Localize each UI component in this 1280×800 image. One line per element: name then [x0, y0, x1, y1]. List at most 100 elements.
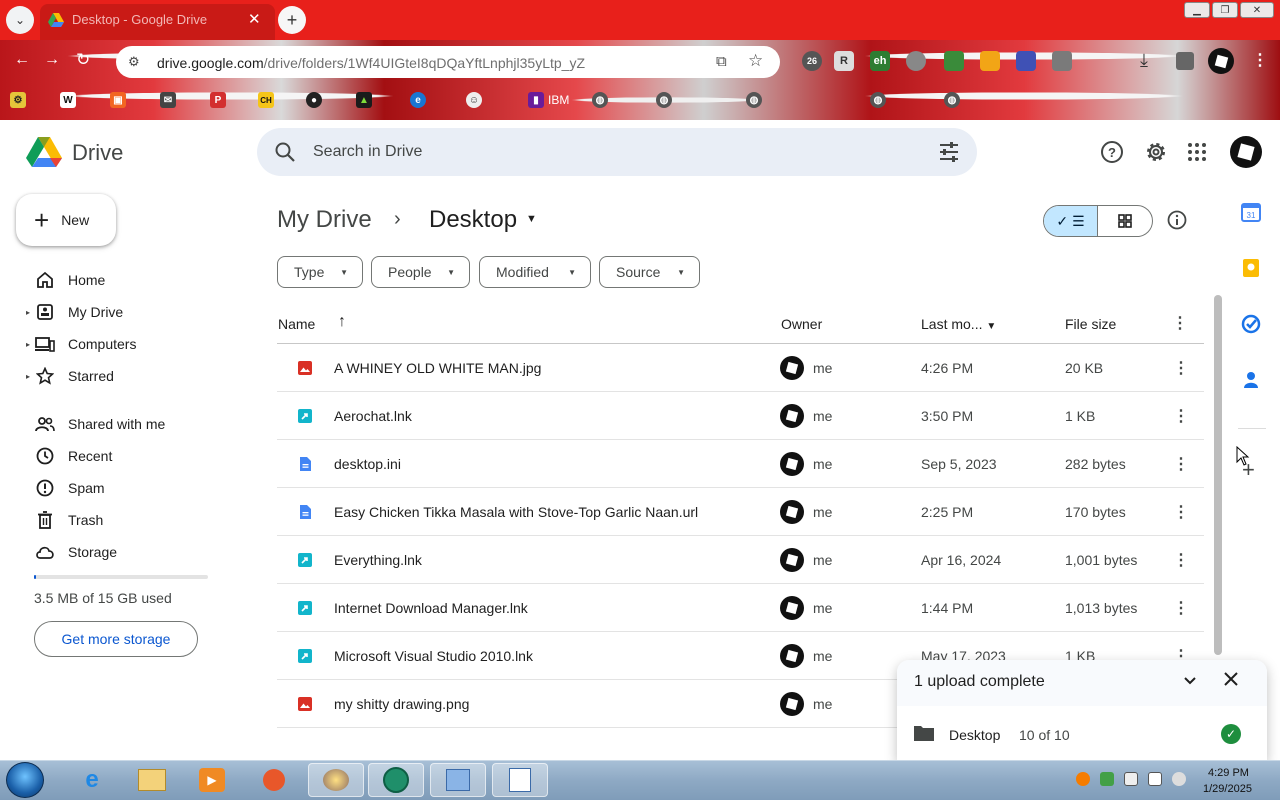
new-button[interactable]: + New — [16, 194, 116, 246]
get-more-storage-button[interactable]: Get more storage — [34, 621, 198, 657]
column-header-owner[interactable]: Owner — [781, 316, 822, 332]
file-name[interactable]: A WHINEY OLD WHITE MAN.jpg — [334, 360, 541, 376]
more-actions-icon[interactable]: ⋮ — [1169, 356, 1193, 380]
extension-eh-icon[interactable]: eh — [870, 51, 890, 71]
taskbar-paint-brush[interactable] — [246, 763, 302, 797]
taskbar-chrome[interactable] — [368, 763, 424, 797]
tasks-icon[interactable] — [1240, 313, 1262, 335]
keep-icon[interactable] — [1240, 257, 1262, 279]
bookmark-item[interactable]: ● — [306, 90, 322, 110]
nav-item-recent[interactable]: Recent — [26, 440, 246, 472]
clock-time[interactable]: 4:29 PM — [1208, 767, 1249, 779]
account-avatar[interactable] — [1230, 136, 1262, 168]
bookmark-item[interactable]: ✉ — [160, 90, 176, 110]
bookmark-item[interactable]: ▲ — [356, 90, 372, 110]
back-icon[interactable]: ← — [14, 51, 30, 69]
tray-device-icon[interactable] — [1124, 772, 1138, 786]
reload-icon[interactable]: ↻ — [76, 50, 90, 70]
nav-item-storage[interactable]: Storage — [26, 536, 246, 568]
google-apps-icon[interactable] — [1187, 142, 1207, 162]
file-row[interactable]: Everything.lnk me Apr 16, 2024 1,001 bytes ⋮ — [277, 536, 1204, 584]
app-title[interactable]: Drive — [72, 140, 123, 166]
tab-close-icon[interactable]: ✕ — [248, 10, 261, 28]
taskbar-internet-explorer[interactable]: e — [64, 763, 120, 797]
folder-menu-caret-icon[interactable]: ▼ — [526, 213, 537, 225]
bookmark-item[interactable]: e — [410, 90, 426, 110]
help-icon[interactable]: ? — [1100, 140, 1124, 164]
tab-search-button[interactable]: ⌄ — [6, 6, 34, 34]
sort-ascending-icon[interactable]: ↑ — [338, 313, 346, 331]
forward-icon[interactable]: → — [44, 51, 60, 69]
close-icon[interactable] — [1222, 670, 1240, 694]
upload-item-name[interactable]: Desktop — [949, 727, 1000, 743]
extension-badge-icon[interactable]: 26 — [802, 51, 822, 71]
restore-window-button[interactable]: ❐ — [1212, 2, 1238, 18]
bookmark-item[interactable]: CH — [258, 90, 274, 110]
tray-search-icon[interactable] — [1076, 772, 1090, 786]
file-name[interactable]: Easy Chicken Tikka Masala with Stove-Top… — [334, 504, 698, 520]
extension-green-icon[interactable] — [944, 51, 964, 71]
action-center-flag-icon[interactable] — [1148, 772, 1162, 786]
more-actions-icon[interactable]: ⋮ — [1169, 596, 1193, 620]
site-info-icon[interactable]: ⚙ — [128, 54, 140, 70]
bookmark-item[interactable]: ◍ — [592, 90, 608, 110]
breadcrumb-current-folder[interactable]: Desktop — [429, 206, 517, 234]
file-name[interactable]: my shitty drawing.png — [334, 696, 469, 712]
bookmark-item[interactable]: W — [60, 90, 76, 110]
clock-date[interactable]: 1/29/2025 — [1203, 783, 1252, 795]
taskbar-media-player[interactable]: ▶ — [184, 763, 240, 797]
taskbar-notepad[interactable] — [492, 763, 548, 797]
bookmark-item[interactable]: ◍ — [870, 90, 886, 110]
filter-source-chip[interactable]: Source ▼ — [599, 256, 700, 288]
filter-people-chip[interactable]: People ▼ — [371, 256, 470, 288]
search-icon[interactable] — [274, 141, 296, 163]
bookmark-item[interactable]: ◍ — [746, 90, 762, 110]
minimize-window-button[interactable]: ▁ — [1184, 2, 1210, 18]
list-view-button[interactable]: ✓ ☰ — [1044, 206, 1099, 236]
start-button[interactable] — [6, 762, 44, 798]
bookmark-item[interactable]: ▮ IBM — [528, 90, 569, 110]
taskbar-network-app[interactable] — [430, 763, 486, 797]
downloads-icon[interactable]: ⤓ — [1140, 50, 1148, 71]
file-row[interactable]: Internet Download Manager.lnk me 1:44 PM 1,… — [277, 584, 1204, 632]
column-header-name[interactable]: Name — [278, 316, 315, 332]
file-row[interactable]: Easy Chicken Tikka Masala with Stove-Top… — [277, 488, 1204, 536]
taskbar-file-explorer[interactable] — [124, 763, 180, 797]
bookmark-star-icon[interactable]: ☆ — [748, 51, 763, 71]
contacts-icon[interactable] — [1240, 369, 1262, 391]
more-actions-icon[interactable]: ⋮ — [1169, 452, 1193, 476]
extension-puzzle-icon[interactable] — [1052, 51, 1072, 71]
expand-caret-icon[interactable]: ▸ — [26, 340, 34, 349]
column-header-file-size[interactable]: File size — [1065, 316, 1116, 332]
bookmark-item[interactable]: ⚙ — [10, 90, 26, 110]
expand-caret-icon[interactable]: ▸ — [26, 308, 34, 317]
settings-gear-icon[interactable] — [1144, 140, 1168, 164]
bookmark-item[interactable]: ☺ — [466, 90, 482, 110]
calendar-icon[interactable]: 31 — [1240, 201, 1262, 223]
volume-icon[interactable] — [1172, 772, 1186, 786]
bookmark-item[interactable]: ▣ — [110, 90, 126, 110]
search-input[interactable]: Search in Drive — [313, 143, 422, 161]
grid-view-button[interactable] — [1098, 206, 1152, 236]
nav-item-starred[interactable]: ▸ Starred — [26, 360, 246, 392]
bookmark-item[interactable]: P — [210, 90, 226, 110]
filter-modified-chip[interactable]: Modified ▼ — [479, 256, 591, 288]
browser-menu-icon[interactable]: ⋮ — [1252, 50, 1268, 70]
file-row[interactable]: Aerochat.lnk me 3:50 PM 1 KB ⋮ — [277, 392, 1204, 440]
more-actions-icon[interactable]: ⋮ — [1169, 500, 1193, 524]
taskbar-paint[interactable] — [308, 763, 364, 797]
file-name[interactable]: Internet Download Manager.lnk — [334, 600, 528, 616]
nav-item-spam[interactable]: Spam — [26, 472, 246, 504]
drive-logo-icon[interactable] — [26, 136, 62, 168]
info-details-icon[interactable] — [1167, 210, 1187, 230]
nav-item-trash[interactable]: Trash — [26, 504, 246, 536]
file-name[interactable]: Microsoft Visual Studio 2010.lnk — [334, 648, 533, 664]
extension-r-icon[interactable]: R — [834, 51, 854, 71]
filter-type-chip[interactable]: Type ▼ — [277, 256, 363, 288]
extension-blue-icon[interactable] — [1016, 51, 1036, 71]
more-actions-icon[interactable]: ⋮ — [1169, 548, 1193, 572]
file-row[interactable]: A WHINEY OLD WHITE MAN.jpg me 4:26 PM 20 KB… — [277, 344, 1204, 392]
tray-app-icon[interactable] — [1100, 772, 1114, 786]
install-app-icon[interactable]: ⧉ — [716, 53, 727, 70]
extension-shield-icon[interactable] — [906, 51, 926, 71]
